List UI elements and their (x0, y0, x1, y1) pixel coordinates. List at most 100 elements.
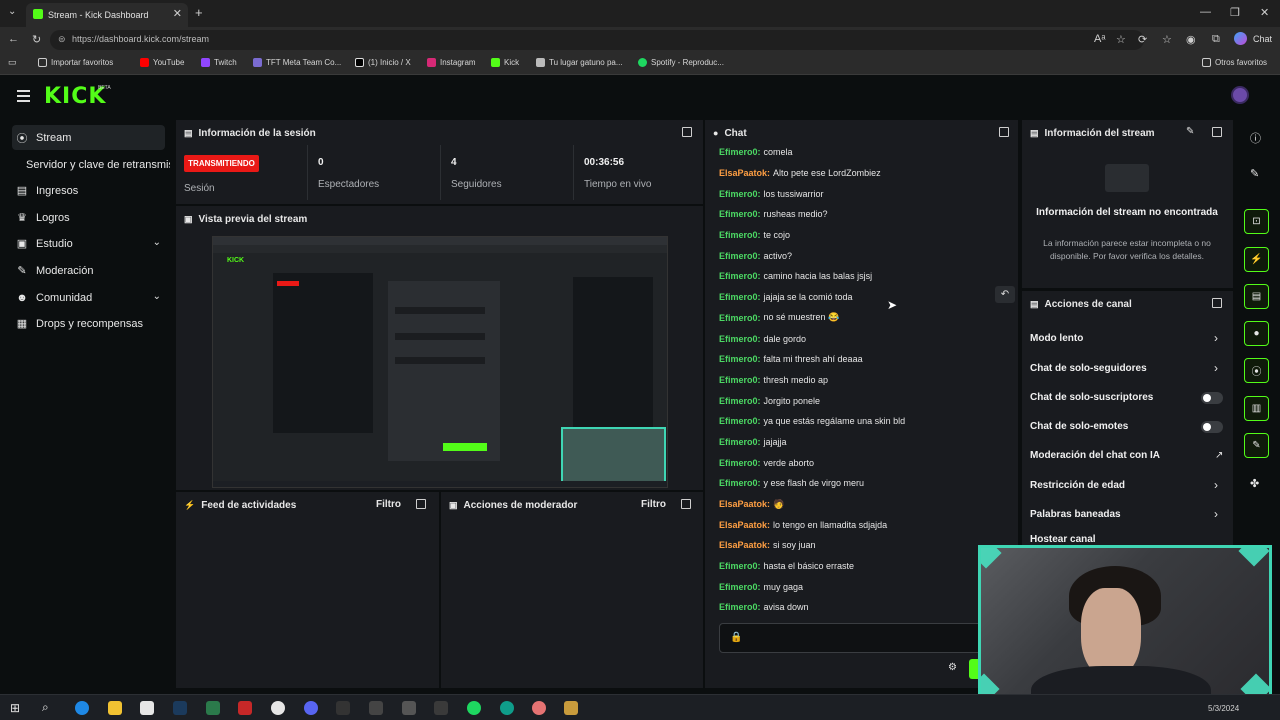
chat-username[interactable]: Efimero0: (719, 189, 761, 199)
followers-only-item[interactable]: Chat de solo-seguidores (1030, 363, 1147, 374)
new-tab-icon[interactable]: + (195, 5, 203, 20)
expand-icon[interactable] (1212, 127, 1222, 137)
chat-username[interactable]: ElsaPaatok: (719, 499, 770, 509)
chevron-right-icon[interactable]: › (1214, 478, 1218, 492)
chat-settings-icon[interactable]: ⚙ (948, 662, 957, 673)
chat-username[interactable]: Efimero0: (719, 251, 761, 261)
chat-username[interactable]: Efimero0: (719, 602, 761, 612)
chat-browser-label[interactable]: Chat (1253, 34, 1272, 44)
chat-username[interactable]: ElsaPaatok: (719, 540, 770, 550)
chat-username[interactable]: Efimero0: (719, 375, 761, 385)
pencil-icon[interactable]: ✎ (1250, 167, 1259, 180)
bookmark-item[interactable]: Kick (491, 58, 519, 67)
minimize-icon[interactable]: — (1200, 6, 1211, 18)
rail-list-button[interactable]: ▥ (1244, 396, 1269, 421)
sidebar-item-server-key[interactable]: Servidor y clave de retransmisión (22, 152, 170, 177)
chat-username[interactable]: Efimero0: (719, 313, 761, 323)
external-link-icon[interactable]: ↗ (1215, 450, 1223, 461)
favorites-icon[interactable]: ☆ (1162, 33, 1172, 46)
sidebar-item-comunidad[interactable]: ☻ Comunidad ⌄ (12, 285, 165, 310)
tab-list-icon[interactable]: ⌄ (8, 6, 16, 17)
app-icon[interactable] (532, 701, 546, 715)
bookmark-item[interactable]: TFT Meta Team Co... (253, 58, 341, 67)
chat-username[interactable]: Efimero0: (719, 437, 761, 447)
edge-dev-icon[interactable] (500, 701, 514, 715)
windows-start-icon[interactable]: ⊞ (10, 701, 20, 715)
chat-username[interactable]: Efimero0: (719, 396, 761, 406)
bookmark-item[interactable]: Spotify - Reproduc... (638, 58, 724, 67)
bookmark-item[interactable]: (1) Inicio / X (355, 58, 411, 67)
chat-username[interactable]: Efimero0: (719, 416, 761, 426)
expand-icon[interactable] (681, 499, 691, 509)
chat-username[interactable]: ElsaPaatok: (719, 520, 770, 530)
sidebar-item-moderacion[interactable]: ✎ Moderación (12, 258, 165, 283)
chat-username[interactable]: Efimero0: (719, 458, 761, 468)
league-client-icon[interactable] (564, 701, 578, 715)
filter-button[interactable]: Filtro (376, 499, 401, 510)
chevron-down-icon[interactable]: ⌄ (153, 291, 161, 302)
banned-words-item[interactable]: Palabras baneadas (1030, 509, 1121, 520)
sidebar-item-drops[interactable]: ▦ Drops y recompensas (12, 311, 165, 336)
bookmark-item[interactable]: Instagram (427, 58, 476, 67)
site-info-icon[interactable]: ⊜ (58, 34, 66, 45)
sidebar-item-ingresos[interactable]: ▤ Ingresos (12, 178, 165, 203)
chat-username[interactable]: Efimero0: (719, 582, 761, 592)
chevron-right-icon[interactable]: › (1214, 361, 1218, 375)
search-icon[interactable]: ⌕ (42, 700, 49, 715)
app-icon[interactable] (369, 701, 383, 715)
other-bookmarks[interactable]: Otros favoritos (1202, 58, 1267, 67)
reload-icon[interactable]: ↻ (32, 33, 41, 46)
sidebar-item-stream[interactable]: ⦿ Stream (12, 125, 165, 150)
chevron-down-icon[interactable]: ⌄ (153, 237, 161, 248)
steam-icon[interactable] (173, 701, 187, 715)
chat-username[interactable]: Efimero0: (719, 271, 761, 281)
chat-username[interactable]: Efimero0: (719, 209, 761, 219)
sidebar-item-logros[interactable]: ♛ Logros (12, 205, 165, 230)
chat-username[interactable]: Efimero0: (719, 354, 761, 364)
app-icon[interactable] (206, 701, 220, 715)
user-avatar[interactable] (1231, 86, 1249, 104)
chat-username[interactable]: Efimero0: (719, 561, 761, 571)
favorite-star-icon[interactable]: ☆ (1116, 33, 1126, 46)
close-tab-icon[interactable]: ✕ (173, 7, 182, 20)
bookmark-item[interactable]: YouTube (140, 58, 184, 67)
expand-icon[interactable] (1212, 298, 1222, 308)
slow-mode-item[interactable]: Modo lento (1030, 333, 1083, 344)
stream-preview-video[interactable]: KICK (212, 236, 668, 488)
chevron-right-icon[interactable]: › (1214, 507, 1218, 521)
browser-tab-active[interactable]: Stream - Kick Dashboard ✕ (26, 3, 188, 27)
rail-broadcast-button[interactable]: ⦿ (1244, 358, 1269, 383)
bookmark-item[interactable]: Twitch (201, 58, 237, 67)
bookmark-item[interactable]: Tu lugar gatuno pa... (536, 58, 623, 67)
rail-clipboard-button[interactable]: ▤ (1244, 284, 1269, 309)
maximize-icon[interactable]: ❐ (1230, 6, 1240, 19)
chat-username[interactable]: Efimero0: (719, 334, 761, 344)
chat-username[interactable]: Efimero0: (719, 292, 761, 302)
info-circle-icon[interactable]: ⓘ (1250, 130, 1261, 146)
rail-wrench-button[interactable]: ✎ (1244, 433, 1269, 458)
url-input[interactable]: ⊜ https://dashboard.kick.com/stream (50, 30, 1144, 50)
sidebar-item-estudio[interactable]: ▣ Estudio ⌄ (12, 231, 165, 256)
age-restriction-item[interactable]: Restricción de edad (1030, 480, 1125, 491)
chat-username[interactable]: Efimero0: (719, 230, 761, 240)
obs-icon[interactable] (271, 701, 285, 715)
copilot-icon[interactable] (1234, 32, 1247, 45)
app-icon[interactable] (402, 701, 416, 715)
rail-capture-button[interactable]: ⊡ (1244, 209, 1269, 234)
edit-icon[interactable]: ✎ (1186, 126, 1194, 137)
discord-icon[interactable] (304, 701, 318, 715)
filter-button[interactable]: Filtro (641, 499, 666, 510)
expand-icon[interactable] (682, 127, 692, 137)
store-icon[interactable] (140, 701, 154, 715)
rail-lightning-button[interactable]: ⚡ (1244, 247, 1269, 272)
extensions-icon[interactable]: ⟳ (1138, 33, 1147, 46)
subs-only-toggle[interactable] (1201, 392, 1223, 404)
profile-icon[interactable]: ◉ (1186, 33, 1196, 46)
menu-icon[interactable] (17, 90, 30, 105)
spotify-taskbar-icon[interactable] (467, 701, 481, 715)
app-icon[interactable] (336, 701, 350, 715)
read-aloud-icon[interactable]: Aᵃ (1094, 33, 1105, 45)
file-explorer-icon[interactable] (108, 701, 122, 715)
edge-icon[interactable] (75, 701, 89, 715)
expand-icon[interactable] (416, 499, 426, 509)
